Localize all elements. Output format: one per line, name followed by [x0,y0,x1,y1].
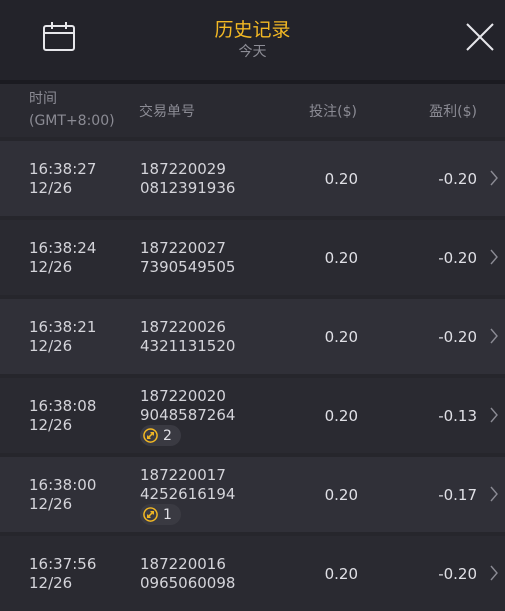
row-time: 16:38:27 [29,160,97,178]
profit-cell: -0.20 [438,170,477,188]
bet-cell: 0.20 [324,407,358,425]
badge-count: 1 [163,506,172,523]
profit-cell: -0.20 [438,565,477,583]
bet-cell: 0.20 [324,328,358,346]
order-number-line2: 4252616194 [140,485,236,503]
time-cell: 16:38:00 12/26 [29,476,96,514]
time-column-header: 时间 (GMT+8:00) [29,88,115,132]
profit-cell: -0.20 [438,328,477,346]
order-number-line1: 187220020 [140,387,226,405]
order-number-line2: 9048587264 [140,406,236,424]
row-date: 12/26 [29,416,73,434]
order-number-line2: 0965060098 [140,574,236,592]
table-row[interactable]: 16:38:21 12/26 187220026 4321131520 0.20… [0,295,505,374]
order-number-line1: 187220029 [140,160,226,178]
swap-icon [143,428,158,443]
reward-badge[interactable]: 1 [140,504,181,525]
order-cell: 187220029 0812391936 [140,160,235,198]
chevron-right-icon [490,249,498,265]
order-number-line1: 187220026 [140,318,226,336]
chevron-right-icon [490,170,498,186]
order-number-line2: 0812391936 [140,179,236,197]
order-cell: 187220016 0965060098 [140,555,235,593]
order-column-header: 交易单号 [139,104,195,120]
time-cell: 16:38:24 12/26 [29,239,96,277]
header-bar: 历史记录 今天 [0,0,505,80]
row-date: 12/26 [29,179,73,197]
profit-cell: -0.13 [438,407,477,425]
profit-column-header: 盈利($) [429,104,477,120]
bet-cell: 0.20 [324,249,358,267]
title-group: 历史记录 今天 [0,18,505,61]
row-time: 16:38:08 [29,397,97,415]
reward-badge[interactable]: 2 [140,425,181,446]
order-cell: 187220027 7390549505 [140,239,235,277]
time-cell: 16:38:21 12/26 [29,318,96,356]
column-header: 时间 (GMT+8:00) 交易单号 投注($) 盈利($) [0,84,505,137]
bet-cell: 0.20 [324,170,358,188]
row-time: 16:38:00 [29,476,97,494]
close-icon [466,23,494,51]
row-time: 16:37:56 [29,555,97,573]
chevron-right-icon [490,328,498,344]
table-row[interactable]: 16:38:08 12/26 187220020 9048587264 2 0.… [0,374,505,453]
bet-column-header: 投注($) [309,104,357,120]
order-number-line2: 4321131520 [140,337,236,355]
table-row[interactable]: 16:38:24 12/26 187220027 7390549505 0.20… [0,216,505,295]
page-subtitle: 今天 [238,44,267,60]
row-date: 12/26 [29,337,73,355]
swap-icon [143,507,158,522]
profit-cell: -0.17 [438,486,477,504]
row-date: 12/26 [29,495,73,513]
row-time: 16:38:21 [29,318,97,336]
chevron-right-icon [490,565,498,581]
table-row[interactable]: 16:38:00 12/26 187220017 4252616194 1 0.… [0,453,505,532]
profit-cell: -0.20 [438,249,477,267]
order-number-line1: 187220017 [140,466,226,484]
time-cell: 16:37:56 12/26 [29,555,96,593]
order-number-line1: 187220016 [140,555,226,573]
row-date: 12/26 [29,574,73,592]
order-cell: 187220026 4321131520 [140,318,235,356]
page-title: 历史记录 [214,19,291,41]
order-number-line2: 7390549505 [140,258,236,276]
time-cell: 16:38:08 12/26 [29,397,96,435]
time-cell: 16:38:27 12/26 [29,160,96,198]
badge-count: 2 [163,427,172,444]
order-cell: 187220020 9048587264 [140,387,235,425]
chevron-right-icon [490,407,498,423]
bet-cell: 0.20 [324,486,358,504]
order-number-line1: 187220027 [140,239,226,257]
timezone-label: (GMT+8:00) [29,113,115,129]
history-list: 16:38:27 12/26 187220029 0812391936 0.20… [0,137,505,611]
row-date: 12/26 [29,258,73,276]
bet-cell: 0.20 [324,565,358,583]
table-row[interactable]: 16:37:56 12/26 187220016 0965060098 0.20… [0,532,505,611]
order-cell: 187220017 4252616194 [140,466,235,504]
table-row[interactable]: 16:38:27 12/26 187220029 0812391936 0.20… [0,137,505,216]
chevron-right-icon [490,486,498,502]
close-button[interactable] [464,21,496,53]
time-label: 时间 [29,91,57,107]
row-time: 16:38:24 [29,239,97,257]
